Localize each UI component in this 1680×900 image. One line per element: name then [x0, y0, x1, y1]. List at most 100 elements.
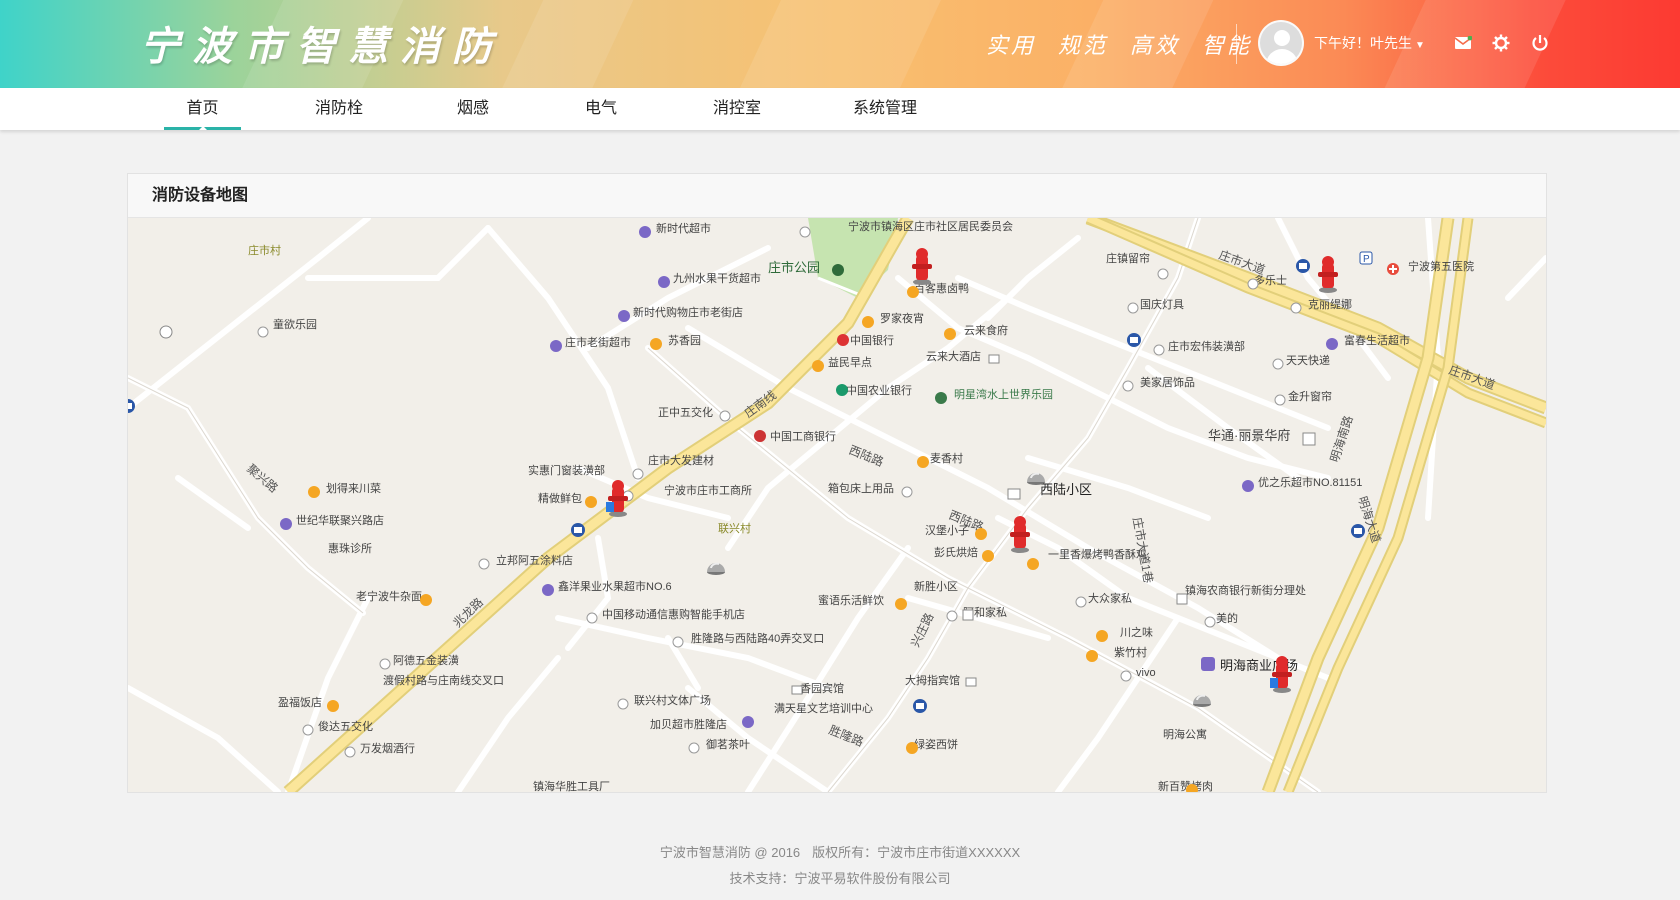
poi-label: 新时代超市: [656, 221, 711, 235]
poi-label: 香园宾馆: [800, 681, 844, 695]
poi-label: 庄市大发建材: [648, 453, 714, 467]
gear-icon[interactable]: [1490, 32, 1512, 54]
poi-label: 渡假村路与庄南线交叉口: [383, 673, 504, 687]
poi-label: 克丽缇娜: [1308, 297, 1352, 311]
hydrant-icon: [1010, 516, 1030, 553]
mail-icon[interactable]: [1452, 32, 1474, 54]
poi-label: 苏香园: [668, 334, 701, 347]
poi-label: 川之味: [1120, 625, 1153, 639]
slogan-word: 规范: [1058, 34, 1109, 59]
poi-label: 宁波市庄市工商所: [664, 483, 752, 497]
poi-label: 镇海农商银行新街分理处: [1185, 583, 1306, 597]
poi-label: 国庆灯具: [1140, 297, 1184, 311]
poi-label: 华通·丽景华府: [1208, 428, 1290, 443]
road-label: 西陆路: [847, 442, 886, 469]
poi-label: 益民早点: [828, 355, 872, 369]
caret-down-icon: ▼: [1415, 40, 1425, 51]
nav-item-hydrant[interactable]: 消防栓: [302, 88, 376, 130]
poi-label: 云来食府: [964, 323, 1008, 337]
poi-label: 九州水果干货超市: [673, 271, 761, 285]
footer-copyright: 版权所有：宁波市庄市街道XXXXXX: [812, 845, 1021, 860]
nav-item-control-room[interactable]: 消控室: [700, 88, 774, 130]
poi-label: 立邦阿五涂料店: [496, 553, 573, 567]
poi-label: 紫竹村: [1114, 645, 1147, 659]
poi-label: 中国移动通信惠购智能手机店: [602, 607, 745, 621]
poi-label: 新时代购物庄市老街店: [633, 305, 743, 319]
poi-label: 联兴村: [718, 521, 751, 535]
slogan-word: 实用: [986, 34, 1037, 59]
slogan-word: 高效: [1130, 34, 1181, 59]
power-icon[interactable]: [1529, 32, 1551, 54]
poi-label: 庄市宏伟装潢部: [1168, 339, 1245, 353]
poi-label: vivo: [1136, 667, 1156, 679]
poi-label: 庄镇留帘: [1106, 251, 1150, 265]
poi-label: 蜜语乐活鲜饮: [818, 593, 884, 607]
poi-label: 中国农业银行: [846, 383, 912, 397]
svg-text:P: P: [1363, 254, 1370, 265]
poi-label: 加贝超市胜隆店: [650, 717, 727, 731]
greeting-text: 下午好！叶先生: [1314, 35, 1412, 51]
poi-label: 金升窗帘: [1288, 389, 1332, 403]
road-label: 明海南路: [1327, 414, 1356, 464]
avatar[interactable]: [1258, 20, 1304, 66]
device-map-panel: 消防设备地图 庄南线 兆龙路 西陆路 西陆路 庄市大道 庄市大道 明海南路 明海…: [127, 173, 1547, 793]
smoke-sensor-icon: [1193, 694, 1211, 707]
header-divider: [1236, 24, 1237, 64]
road-label: 聚兴路: [244, 461, 281, 496]
smoke-sensor-icon: [1027, 472, 1045, 485]
poi-label: 庄市公园: [768, 260, 820, 275]
road-label: 兴庄路: [907, 610, 936, 649]
nav-item-smoke[interactable]: 烟感: [436, 88, 510, 130]
poi-label: 明海公寓: [1163, 727, 1207, 741]
hydrant-icon: [912, 248, 932, 285]
poi-label: 新胜小区: [914, 579, 958, 593]
poi-label: 鑫洋果业水果超市NO.6: [558, 579, 672, 593]
poi-label: 惠珠诊所: [328, 541, 372, 555]
poi-label: 实惠门窗装潢部: [528, 463, 605, 477]
main-nav: 首页 消防栓 烟感 电气 消控室 系统管理: [0, 88, 1680, 130]
poi-label: 麦香村: [930, 451, 963, 465]
poi-label: 精做鲜包: [538, 491, 582, 505]
nav-item-home[interactable]: 首页: [164, 88, 241, 130]
map-canvas[interactable]: 庄南线 兆龙路 西陆路 西陆路 庄市大道 庄市大道 明海南路 明海大道 庄市大道…: [128, 218, 1546, 792]
poi-label: 宁波市镇海区庄市社区居民委员会: [848, 219, 1013, 233]
poi-label: 正中五交化: [658, 405, 713, 419]
footer-site-name: 宁波市智慧消防 @ 2016: [659, 845, 801, 860]
nav-item-system-admin[interactable]: 系统管理: [840, 88, 930, 130]
poi-label: 划得来川菜: [326, 482, 381, 495]
poi-label: 童欲乐园: [273, 317, 317, 331]
poi-label: 汉堡小子: [925, 523, 969, 537]
slogan-word: 智能: [1202, 34, 1253, 59]
poi-label: 中国工商银行: [770, 429, 836, 443]
nav-item-electric[interactable]: 电气: [564, 88, 638, 130]
poi-label: 老宁波牛杂面: [356, 589, 422, 603]
poi-label: 阿德五金装潢: [393, 653, 459, 667]
poi-label: 俊达五交化: [318, 719, 373, 733]
poi-label: 庄市老街超市: [565, 335, 631, 349]
user-menu-toggle[interactable]: 下午好！叶先生 ▼: [1314, 33, 1425, 53]
poi-label: 胜隆路与西陆路40弄交叉口: [691, 631, 824, 645]
poi-label: 富春生活超市: [1344, 333, 1410, 347]
hydrant-icon: [1318, 256, 1338, 293]
page-footer: 宁波市智慧消防 @ 2016 版权所有：宁波市庄市街道XXXXXX 技术支持：宁波…: [0, 840, 1680, 892]
poi-label: 满天星文艺培训中心: [774, 701, 873, 715]
poi-label: 庄市村: [248, 243, 281, 257]
poi-label: 云来大酒店: [926, 349, 981, 363]
footer-tech-support: 技术支持：宁波平易软件股份有限公司: [729, 871, 951, 886]
poi-label: 绿姿西饼: [914, 737, 958, 751]
poi-label: 西陆小区: [1040, 482, 1092, 497]
panel-title: 消防设备地图: [128, 174, 1546, 218]
poi-label: 箱包床上用品: [828, 481, 894, 495]
app-brand-title: 宁波市智慧消防: [140, 23, 504, 70]
device-map[interactable]: 庄南线 兆龙路 西陆路 西陆路 庄市大道 庄市大道 明海南路 明海大道 庄市大道…: [128, 218, 1546, 792]
poi-label: 一里香爆烤鸭香酥鸡: [1048, 547, 1147, 561]
poi-label: 罗家夜宵: [880, 311, 924, 325]
poi-label: 天天快递: [1286, 353, 1330, 367]
poi-label: 中国银行: [850, 333, 894, 347]
poi-label: 万发烟酒行: [360, 741, 415, 755]
road-label: 胜隆路: [827, 722, 866, 749]
poi-label: 联兴村文体广场: [634, 693, 711, 707]
poi-label: 彭氏烘焙: [934, 545, 978, 559]
poi-label: 盈福饭店: [278, 695, 322, 709]
poi-label: 宁波第五医院: [1408, 259, 1474, 273]
